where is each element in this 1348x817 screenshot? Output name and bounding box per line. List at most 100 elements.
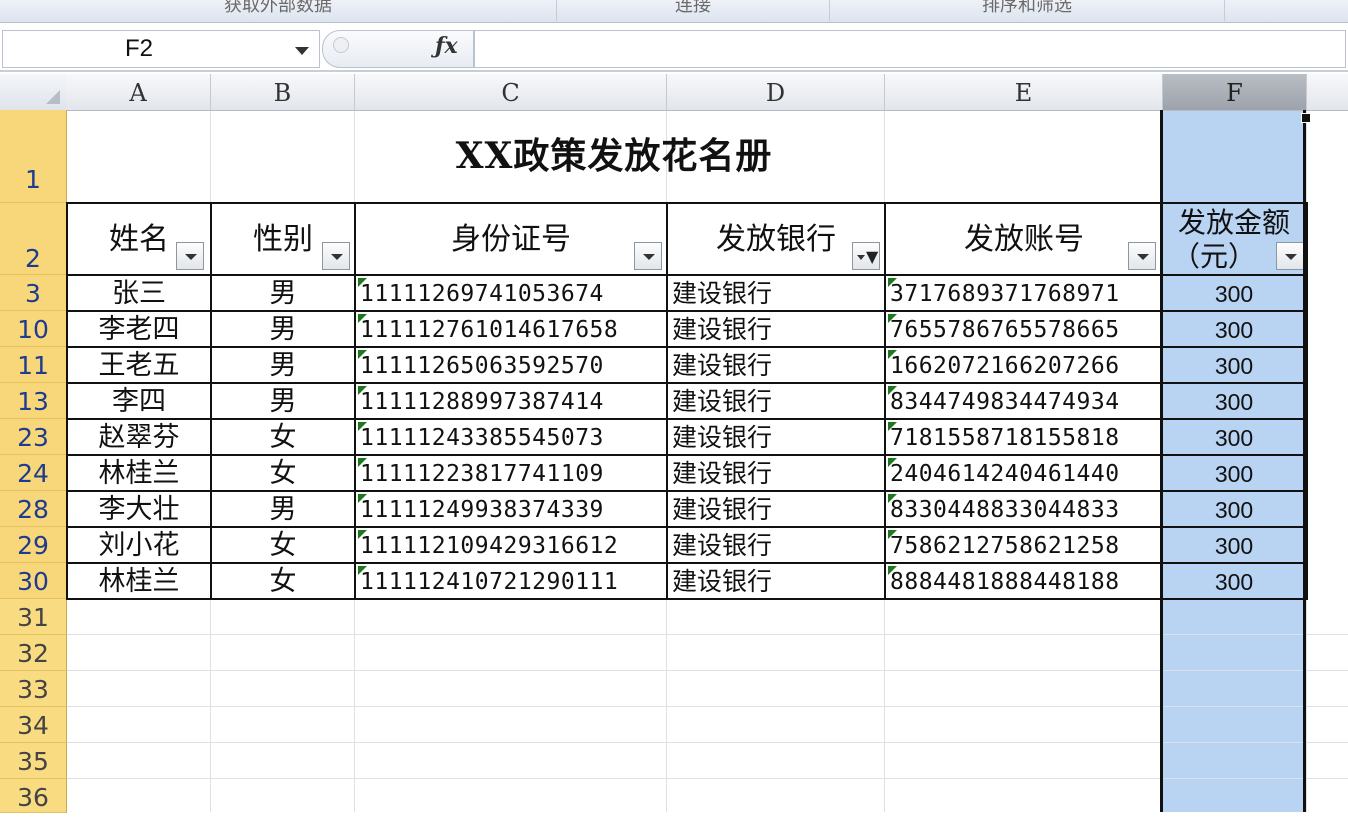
cell-bank[interactable]: 建设银行 (666, 418, 886, 456)
cell-account[interactable]: 7655786765578665 (884, 310, 1164, 348)
column-header-b[interactable]: B (211, 74, 355, 111)
column-header-e[interactable]: E (885, 74, 1163, 111)
cell-gender-value: 男 (269, 386, 297, 417)
cell-id-number[interactable]: 111112109429316612 (354, 526, 668, 564)
row-header-1[interactable]: 1 (0, 110, 67, 203)
ribbon-group-sort-filter[interactable]: 排序和筛选 (830, 0, 1225, 21)
cell-account[interactable]: 3717689371768971 (884, 274, 1164, 312)
filter-dropdown-icon[interactable] (634, 242, 662, 270)
cell-gender[interactable]: 女 (210, 454, 356, 492)
column-header-a[interactable]: A (66, 74, 211, 111)
cell-name[interactable]: 王老五 (66, 346, 212, 384)
row-header-23[interactable]: 23 (0, 419, 67, 455)
cell-name[interactable]: 李老四 (66, 310, 212, 348)
error-indicator-icon (358, 278, 367, 287)
filter-active-icon[interactable]: ▼ (852, 242, 880, 270)
row-header-24[interactable]: 24 (0, 455, 67, 491)
row-header-35[interactable]: 35 (0, 743, 67, 779)
cell-id-number[interactable]: 111112410721290111 (354, 562, 668, 600)
cell-name[interactable]: 李大壮 (66, 490, 212, 528)
cell-id-number[interactable]: 11111269741053674 (354, 274, 668, 312)
error-indicator-icon (358, 314, 367, 323)
filter-dropdown-icon[interactable] (322, 242, 350, 270)
cell-account[interactable]: 8330448833044833 (884, 490, 1164, 528)
filter-dropdown-icon[interactable] (176, 242, 204, 270)
cell-id-number[interactable]: 11111243385545073 (354, 418, 668, 456)
header-cell-account[interactable]: 发放账号 (884, 202, 1164, 276)
row-header-11[interactable]: 11 (0, 347, 67, 383)
row-header-36[interactable]: 36 (0, 779, 67, 813)
header-cell-gender[interactable]: 性别 (210, 202, 356, 276)
cell-name[interactable]: 张三 (66, 274, 212, 312)
cell-account[interactable]: 8344749834474934 (884, 382, 1164, 420)
error-indicator-icon (358, 386, 367, 395)
cell-id-number[interactable]: 111112761014617658 (354, 310, 668, 348)
funnel-icon: ▼ (866, 247, 879, 266)
sheet-title[interactable]: XX政策发放花名册 (66, 110, 1162, 202)
name-box[interactable]: F2 (2, 30, 320, 68)
row-header-33[interactable]: 33 (0, 671, 67, 707)
cell-bank[interactable]: 建设银行 (666, 454, 886, 492)
formula-input[interactable] (474, 30, 1346, 68)
cell-gender[interactable]: 男 (210, 310, 356, 348)
row-header-30[interactable]: 30 (0, 563, 67, 599)
column-header-c[interactable]: C (355, 74, 667, 111)
cell-bank[interactable]: 建设银行 (666, 562, 886, 600)
cell-gender[interactable]: 男 (210, 346, 356, 384)
cell-gender[interactable]: 男 (210, 382, 356, 420)
cell-account[interactable]: 8884481888448188 (884, 562, 1164, 600)
cell-name[interactable]: 赵翠芬 (66, 418, 212, 456)
name-box-dropdown-icon[interactable] (295, 47, 309, 55)
cell-bank[interactable]: 建设银行 (666, 274, 886, 312)
ribbon-group-get-external-data[interactable]: 获取外部数据 (0, 0, 557, 21)
cancel-icon[interactable] (333, 37, 349, 53)
cell-bank-value: 建设银行 (672, 279, 773, 308)
cell-id-number[interactable]: 11111265063592570 (354, 346, 668, 384)
cell-gender[interactable]: 男 (210, 490, 356, 528)
cell-gender[interactable]: 女 (210, 418, 356, 456)
cell-id-number[interactable]: 11111249938374339 (354, 490, 668, 528)
row-header-3[interactable]: 3 (0, 275, 67, 311)
row-header-13[interactable]: 13 (0, 383, 67, 419)
header-account-label: 发放账号 (964, 222, 1084, 257)
cell-bank[interactable]: 建设银行 (666, 310, 886, 348)
header-cell-id-number[interactable]: 身份证号 (354, 202, 668, 276)
select-all-corner[interactable] (0, 74, 67, 111)
header-cell-bank[interactable]: 发放银行 ▼ (666, 202, 886, 276)
cell-name[interactable]: 刘小花 (66, 526, 212, 564)
insert-function-button[interactable]: ƒx (435, 33, 458, 59)
cell-bank[interactable]: 建设银行 (666, 382, 886, 420)
ribbon-group-connections[interactable]: 连接 (557, 0, 830, 21)
cell-gender[interactable]: 女 (210, 526, 356, 564)
cell-gender[interactable]: 男 (210, 274, 356, 312)
cell-id-number[interactable]: 11111288997387414 (354, 382, 668, 420)
cell-gender[interactable]: 女 (210, 562, 356, 600)
row-header-29[interactable]: 29 (0, 527, 67, 563)
row-header-32[interactable]: 32 (0, 635, 67, 671)
cell-name[interactable]: 林桂兰 (66, 454, 212, 492)
cell-account[interactable]: 7586212758621258 (884, 526, 1164, 564)
row-header-28[interactable]: 28 (0, 491, 67, 527)
cell-bank[interactable]: 建设银行 (666, 490, 886, 528)
cell-bank[interactable]: 建设银行 (666, 526, 886, 564)
cell-bank[interactable]: 建设银行 (666, 346, 886, 384)
cell-name[interactable]: 李四 (66, 382, 212, 420)
error-indicator-icon (888, 314, 897, 323)
cell-account[interactable]: 1662072166207266 (884, 346, 1164, 384)
cell-account[interactable]: 2404614240461440 (884, 454, 1164, 492)
fill-handle[interactable] (1301, 113, 1311, 123)
row-header-2[interactable]: 2 (0, 203, 67, 275)
header-cell-name[interactable]: 姓名 (66, 202, 212, 276)
cell-name-value: 刘小花 (98, 530, 180, 561)
row-header-34[interactable]: 34 (0, 707, 67, 743)
cell-gender-value: 男 (269, 494, 297, 525)
row-header-31[interactable]: 31 (0, 599, 67, 635)
row-header-10[interactable]: 10 (0, 311, 67, 347)
column-header-g[interactable] (1307, 74, 1348, 111)
cell-account[interactable]: 7181558718155818 (884, 418, 1164, 456)
filter-dropdown-icon[interactable] (1128, 242, 1156, 270)
column-header-f[interactable]: F (1163, 74, 1307, 111)
column-header-d[interactable]: D (667, 74, 885, 111)
cell-name[interactable]: 林桂兰 (66, 562, 212, 600)
cell-id-number[interactable]: 11111223817741109 (354, 454, 668, 492)
